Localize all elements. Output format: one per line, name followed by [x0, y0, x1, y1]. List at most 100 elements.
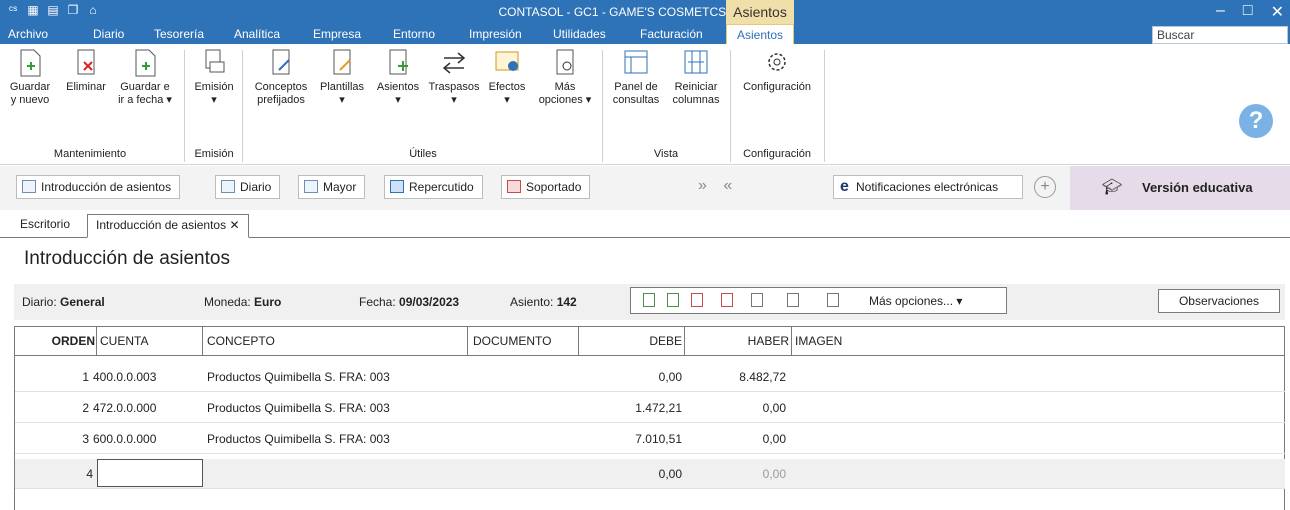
cuenta-input[interactable]: [97, 459, 203, 487]
close-tab-icon[interactable]: ✕: [229, 218, 239, 232]
cell-haber[interactable]: 0,00: [684, 393, 786, 423]
menu-diario[interactable]: Diario: [93, 27, 124, 41]
cell-cuenta[interactable]: 600.0.0.000: [93, 424, 156, 454]
maximize-icon[interactable]: □: [1243, 2, 1253, 22]
mas-opciones-button[interactable]: Más opciones ▾: [534, 48, 596, 107]
cell-concepto[interactable]: Productos Quimibella S. FRA: 003: [207, 393, 390, 423]
mayor-shortcut[interactable]: Mayor: [298, 175, 366, 199]
entries-icon: [22, 180, 36, 193]
col-cuenta[interactable]: CUENTA: [100, 327, 149, 356]
menu-archivo[interactable]: Archivo: [8, 27, 48, 41]
menu-entorno[interactable]: Entorno: [393, 27, 435, 41]
insert-line-icon[interactable]: [643, 293, 655, 307]
copy-line-icon[interactable]: [751, 293, 763, 307]
gear-icon: [768, 53, 786, 71]
cell-debe[interactable]: 0,00: [578, 362, 682, 392]
tab-label: Introducción de asientos: [96, 218, 227, 232]
edge-icon: e: [840, 178, 849, 195]
cell-debe[interactable]: 1.472,21: [578, 393, 682, 423]
transfer-icon: [442, 52, 466, 74]
moneda-value[interactable]: Euro: [254, 295, 281, 309]
observaciones-button[interactable]: Observaciones: [1158, 289, 1280, 313]
table-row[interactable]: 2 472.0.0.000 Productos Quimibella S. FR…: [15, 393, 1285, 423]
menu-tesoreria[interactable]: Tesorería: [154, 27, 204, 41]
asiento-value[interactable]: 142: [557, 295, 577, 309]
paste-line-icon[interactable]: [787, 293, 799, 307]
label-line: prefijados: [257, 94, 305, 106]
col-haber[interactable]: HABER: [684, 327, 789, 356]
delete-line-icon[interactable]: [691, 293, 703, 307]
guardar-nuevo-button[interactable]: Guardar y nuevo: [2, 48, 58, 107]
add-shortcut-icon[interactable]: +: [1034, 176, 1056, 198]
traspasos-button[interactable]: Traspasos ▾: [424, 48, 484, 107]
shortcut-label: Mayor: [323, 180, 357, 194]
insert-line-below-icon[interactable]: [667, 293, 679, 307]
search-input[interactable]: Buscar: [1152, 26, 1288, 44]
cell-cuenta[interactable]: 400.0.0.003: [93, 362, 156, 392]
diario-shortcut[interactable]: Diario: [215, 175, 281, 199]
efectos-button[interactable]: Efectos ▾: [484, 48, 530, 107]
cell-haber[interactable]: 0,00: [684, 459, 786, 489]
tab-introduccion-asientos[interactable]: Introducción de asientos ✕: [87, 214, 249, 238]
moneda-label: Moneda:: [204, 295, 251, 309]
introduccion-asientos-shortcut[interactable]: Introducción de asientos: [16, 175, 181, 199]
emision-button[interactable]: Emisión ▾: [190, 48, 238, 107]
label-line: Eliminar: [66, 81, 106, 93]
graduation-cap-icon: 🎓︎: [1102, 179, 1123, 196]
cell-debe[interactable]: 0,00: [578, 459, 682, 489]
col-documento[interactable]: DOCUMENTO: [473, 327, 552, 356]
column-divider: [467, 327, 468, 356]
journal-icon: [221, 180, 235, 193]
menu-impresion[interactable]: Impresión: [469, 27, 522, 41]
menu-empresa[interactable]: Empresa: [313, 27, 361, 41]
group-label-vista: Vista: [653, 148, 679, 160]
fecha-field: Fecha: 09/03/2023: [359, 295, 459, 309]
notificaciones-button[interactable]: e Notificaciones electrónicas: [833, 175, 1023, 199]
window-controls: – □ ✕: [1216, 2, 1284, 22]
soportado-shortcut[interactable]: Soportado: [501, 175, 591, 199]
cell-haber[interactable]: 8.482,72: [684, 362, 786, 392]
cell-concepto[interactable]: Productos Quimibella S. FRA: 003: [207, 424, 390, 454]
cell-haber[interactable]: 0,00: [684, 424, 786, 454]
fecha-value[interactable]: 09/03/2023: [399, 295, 459, 309]
repercutido-shortcut[interactable]: Repercutido: [384, 175, 483, 199]
diario-field: Diario: General: [22, 295, 105, 309]
col-orden[interactable]: ORDEN: [15, 327, 95, 356]
menu-analitica[interactable]: Analítica: [234, 27, 280, 41]
help-icon[interactable]: ?: [1239, 104, 1273, 138]
table-row[interactable]: 3 600.0.0.000 Productos Quimibella S. FR…: [15, 424, 1285, 454]
cell-cuenta[interactable]: 472.0.0.000: [93, 393, 156, 423]
asientos-button[interactable]: Asientos ▾: [372, 48, 424, 107]
table-row[interactable]: 1 400.0.0.003 Productos Quimibella S. FR…: [15, 362, 1285, 392]
document-tabs: Escritorio Introducción de asientos ✕: [0, 210, 1290, 238]
conceptos-prefijados-button[interactable]: Conceptos prefijados: [250, 48, 312, 107]
menu-utilidades[interactable]: Utilidades: [553, 27, 606, 41]
diario-value[interactable]: General: [60, 295, 105, 309]
eliminar-button[interactable]: Eliminar: [60, 48, 112, 94]
menu-asientos[interactable]: Asientos: [726, 24, 794, 44]
cell-debe[interactable]: 7.010,51: [578, 424, 682, 454]
label-line: ▾: [339, 94, 345, 106]
menu-facturacion[interactable]: Facturación: [640, 27, 703, 41]
asiento-label: Asiento:: [510, 295, 554, 309]
close-icon[interactable]: ✕: [1271, 2, 1284, 22]
scroll-arrows-icon[interactable]: » «: [698, 177, 738, 195]
delete-all-icon[interactable]: [721, 293, 733, 307]
plantillas-button[interactable]: Plantillas ▾: [314, 48, 370, 107]
col-debe[interactable]: DEBE: [578, 327, 682, 356]
panel-icon: [624, 50, 648, 74]
mas-opciones-dropdown[interactable]: Más opciones... ▾: [869, 294, 962, 308]
panel-consultas-button[interactable]: Panel de consultas: [606, 48, 666, 107]
minimize-icon[interactable]: –: [1216, 2, 1225, 22]
guardar-ir-fecha-button[interactable]: Guardar e ir a fecha ▾: [114, 48, 176, 107]
col-concepto[interactable]: CONCEPTO: [207, 327, 275, 356]
tab-escritorio[interactable]: Escritorio: [20, 217, 70, 231]
label-line: Traspasos: [428, 81, 480, 93]
col-imagen[interactable]: IMAGEN: [795, 327, 843, 356]
cell-concepto[interactable]: Productos Quimibella S. FRA: 003: [207, 362, 390, 392]
table-row-editing[interactable]: 4 0,00 0,00: [15, 459, 1285, 489]
document-options-icon[interactable]: [827, 293, 839, 307]
shortcut-label: Diario: [240, 180, 272, 194]
configuracion-button[interactable]: Configuración: [734, 48, 820, 94]
reiniciar-columnas-button[interactable]: Reiniciar columnas: [666, 48, 726, 107]
